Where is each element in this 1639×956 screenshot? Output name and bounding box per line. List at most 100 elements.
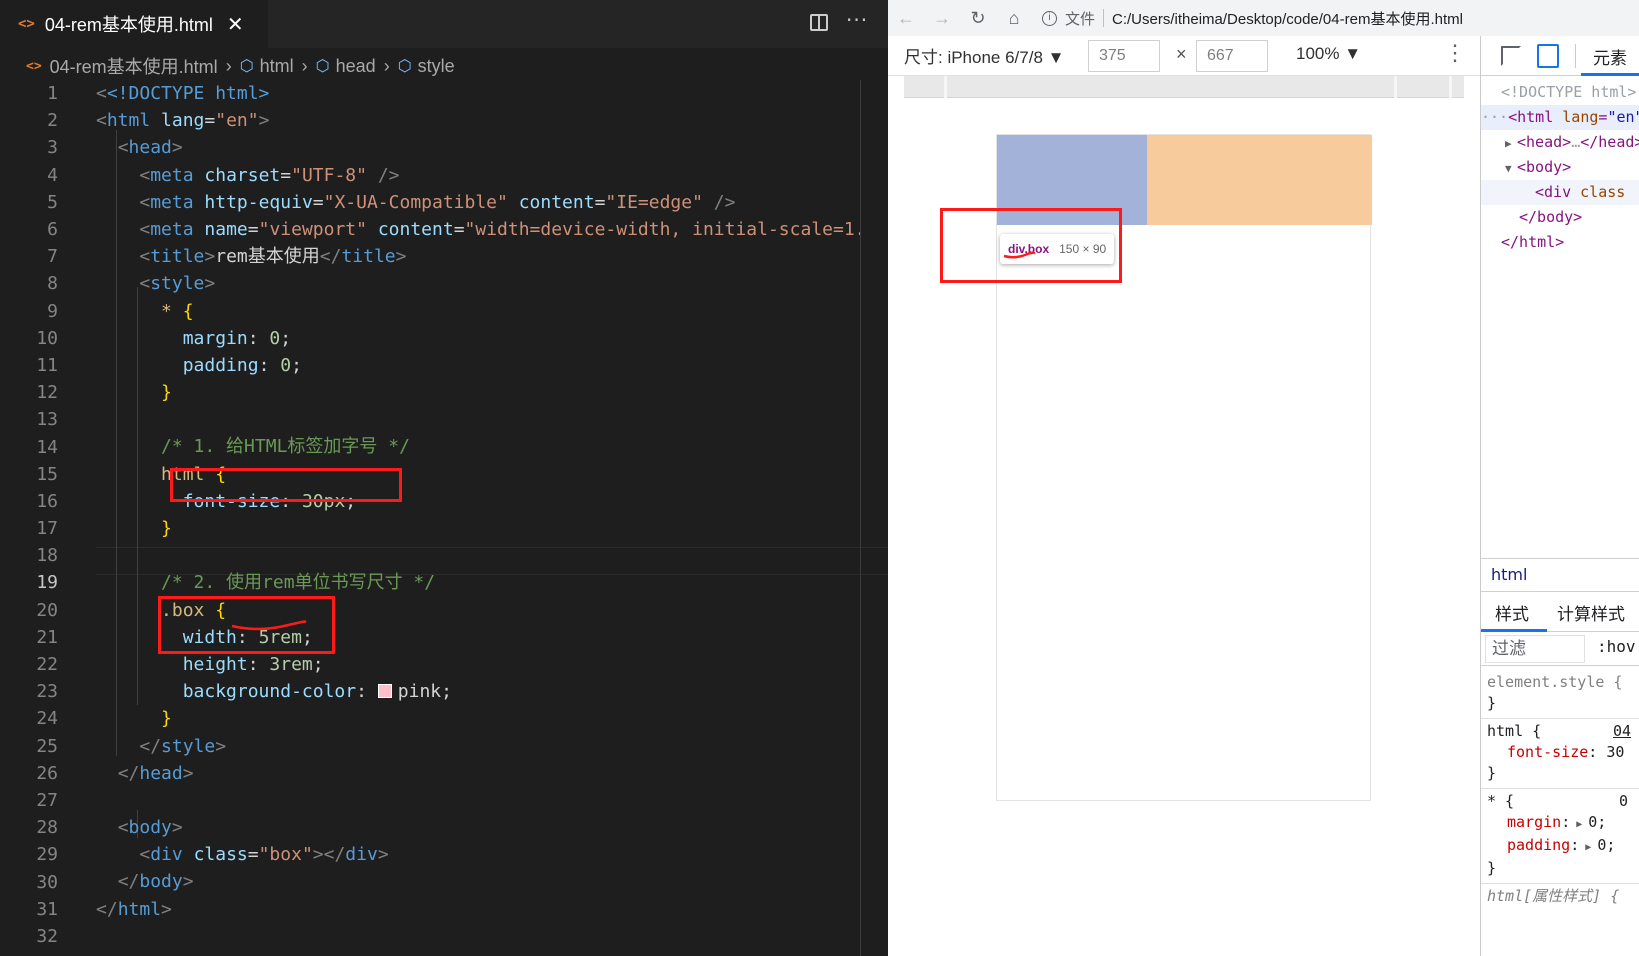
- chevron-right-icon: ›: [383, 55, 390, 76]
- code-line: 28 <body>: [0, 814, 888, 841]
- back-icon[interactable]: ←: [888, 8, 924, 29]
- line-number: 13: [36, 409, 58, 431]
- tab-styles[interactable]: 样式: [1495, 600, 1529, 625]
- rule-source-link[interactable]: 04: [1613, 721, 1631, 742]
- device-toggle-icon[interactable]: [1537, 44, 1559, 68]
- element-cube-icon: ⬡: [239, 58, 254, 75]
- caret-down-icon: ▼: [1344, 44, 1362, 63]
- line-number: 31: [36, 898, 58, 920]
- code-line: 3 <head>: [0, 134, 888, 161]
- address-prefix: 文件: [1065, 10, 1096, 28]
- editor-tab-label: 04-rem基本使用.html: [44, 15, 213, 35]
- styles-filter: 过滤 :hov: [1481, 632, 1639, 666]
- rule-universal[interactable]: * { 0 margin: ▶ 0; padding: ▶ 0; }: [1481, 789, 1639, 884]
- code-line: 1 <<!DOCTYPE html>: [0, 80, 888, 107]
- editor-tab[interactable]: <> 04-rem基本使用.html ✕: [0, 0, 268, 48]
- kebab-menu-icon[interactable]: ⋮: [1444, 40, 1466, 66]
- device-select[interactable]: 尺寸: iPhone 6/7/8 ▼: [904, 43, 1064, 68]
- zoom-select[interactable]: 100% ▼: [1296, 44, 1361, 64]
- editor-tab-bar: <> 04-rem基本使用.html ✕ ···: [0, 0, 888, 48]
- code-line: 18: [0, 542, 888, 569]
- code-line: 13: [0, 406, 888, 433]
- width-input[interactable]: 375: [1088, 40, 1160, 72]
- tab-computed[interactable]: 计算样式: [1557, 600, 1625, 625]
- line-number: 25: [36, 735, 58, 757]
- chevron-right-icon: ›: [301, 55, 308, 76]
- breadcrumb-file[interactable]: 04-rem基本使用.html: [50, 53, 218, 79]
- line-number: 1: [47, 83, 58, 105]
- info-icon[interactable]: i: [1042, 10, 1057, 26]
- ellipsis-icon: ···: [1481, 108, 1509, 126]
- browser-window: ← → ↻ ⌂ i 文件 C:/Users/itheima/Desktop/co…: [888, 0, 1639, 956]
- code-line: 5 <meta http-equiv="X-UA-Compatible" con…: [0, 189, 888, 216]
- close-icon[interactable]: ✕: [227, 12, 244, 36]
- address-bar: ← → ↻ ⌂ i 文件 C:/Users/itheima/Desktop/co…: [888, 0, 1639, 36]
- line-number: 29: [36, 844, 58, 866]
- reload-icon[interactable]: ↻: [960, 8, 996, 29]
- active-tab-indicator: [1581, 73, 1639, 76]
- dom-node[interactable]: ▶ <head>…</head>: [1481, 130, 1639, 155]
- triangle-right-icon: ▶: [1579, 842, 1598, 853]
- home-icon[interactable]: ⌂: [996, 8, 1032, 29]
- dom-tree[interactable]: <!DOCTYPE html> ···<html lang="en" ▶<hea…: [1481, 80, 1639, 255]
- rule-source-link[interactable]: 0: [1619, 791, 1628, 812]
- rule-attribute-style[interactable]: html[属性样式] {: [1481, 884, 1639, 911]
- code-line: 6 <meta name="viewport" content="width=d…: [0, 216, 888, 243]
- code-area[interactable]: 1 <<!DOCTYPE html> 2 <html lang="en"> 3 <h…: [0, 80, 888, 950]
- line-number: 12: [36, 382, 58, 404]
- tab-elements[interactable]: 元素: [1593, 44, 1627, 69]
- split-editor-icon[interactable]: [810, 14, 828, 31]
- line-number: 2: [47, 110, 58, 132]
- height-input[interactable]: 667: [1196, 40, 1268, 72]
- rule-html[interactable]: html { 04 font-size: 30 }: [1481, 719, 1639, 789]
- code-line: 7 <title>rem基本使用</title>: [0, 243, 888, 270]
- times-sign: ×: [1176, 44, 1187, 64]
- triangle-right-icon: ▶: [1570, 819, 1589, 830]
- line-number: 15: [36, 463, 58, 485]
- inspect-element-icon[interactable]: [1501, 46, 1521, 66]
- more-actions-icon[interactable]: ···: [846, 8, 868, 32]
- breadcrumb-html[interactable]: html: [260, 56, 294, 77]
- dom-node[interactable]: <div class: [1481, 180, 1639, 205]
- code-line: 30 </body>: [0, 868, 888, 895]
- dom-node-selected[interactable]: ···<html lang="en": [1481, 105, 1639, 130]
- code-line: 21 width: 5rem;: [0, 624, 888, 651]
- code-line: 8 <style>: [0, 270, 888, 297]
- styles-subtabs: 样式 计算样式: [1481, 592, 1639, 632]
- breadcrumb: <> 04-rem基本使用.html › ⬡ html › ⬡ head › ⬡…: [0, 48, 888, 84]
- code-line: 25 </style>: [0, 733, 888, 760]
- line-number: 20: [36, 599, 58, 621]
- line-number: 26: [36, 762, 58, 784]
- line-number: 5: [47, 191, 58, 213]
- html-file-icon: <>: [18, 16, 35, 32]
- devtools-toolbar: 元素: [1481, 36, 1639, 76]
- rule-element-style[interactable]: element.style { }: [1481, 670, 1639, 719]
- code-line: 17 }: [0, 515, 888, 542]
- line-number: 19: [36, 572, 58, 594]
- box-margin-overlay: [1147, 135, 1372, 225]
- line-number: 24: [36, 708, 58, 730]
- breadcrumb-head[interactable]: head: [336, 56, 376, 77]
- color-swatch-icon[interactable]: [377, 684, 392, 699]
- devtools-breadcrumb[interactable]: html: [1481, 558, 1639, 592]
- dom-node[interactable]: </body>: [1481, 205, 1639, 230]
- dom-node[interactable]: ▼ <body>: [1481, 155, 1639, 180]
- code-line: 14 /* 1. 给HTML标签加字号 */: [0, 433, 888, 460]
- line-number: 4: [47, 164, 58, 186]
- dom-node[interactable]: </html>: [1481, 230, 1639, 255]
- forward-icon[interactable]: →: [924, 8, 960, 29]
- line-number: 9: [47, 300, 58, 322]
- code-line: 4 <meta charset="UTF-8" />: [0, 162, 888, 189]
- url-field[interactable]: C:/Users/itheima/Desktop/code/04-rem基本使用…: [1112, 8, 1463, 29]
- media-query-ruler[interactable]: [904, 76, 1464, 98]
- code-line: 10 margin: 0;: [0, 325, 888, 352]
- device-toolbar: 尺寸: iPhone 6/7/8 ▼ 375 × 667 100% ▼ ⋮: [888, 36, 1480, 76]
- code-line: 31 </html>: [0, 896, 888, 923]
- line-number: 17: [36, 518, 58, 540]
- code-editor[interactable]: <> 04-rem基本使用.html ✕ ··· <> 04-rem基本使用.h…: [0, 0, 888, 956]
- filter-input[interactable]: 过滤: [1485, 635, 1585, 663]
- breadcrumb-style[interactable]: style: [418, 56, 455, 77]
- line-number: 23: [36, 681, 58, 703]
- hov-toggle[interactable]: :hov: [1597, 637, 1636, 656]
- line-number: 6: [47, 219, 58, 241]
